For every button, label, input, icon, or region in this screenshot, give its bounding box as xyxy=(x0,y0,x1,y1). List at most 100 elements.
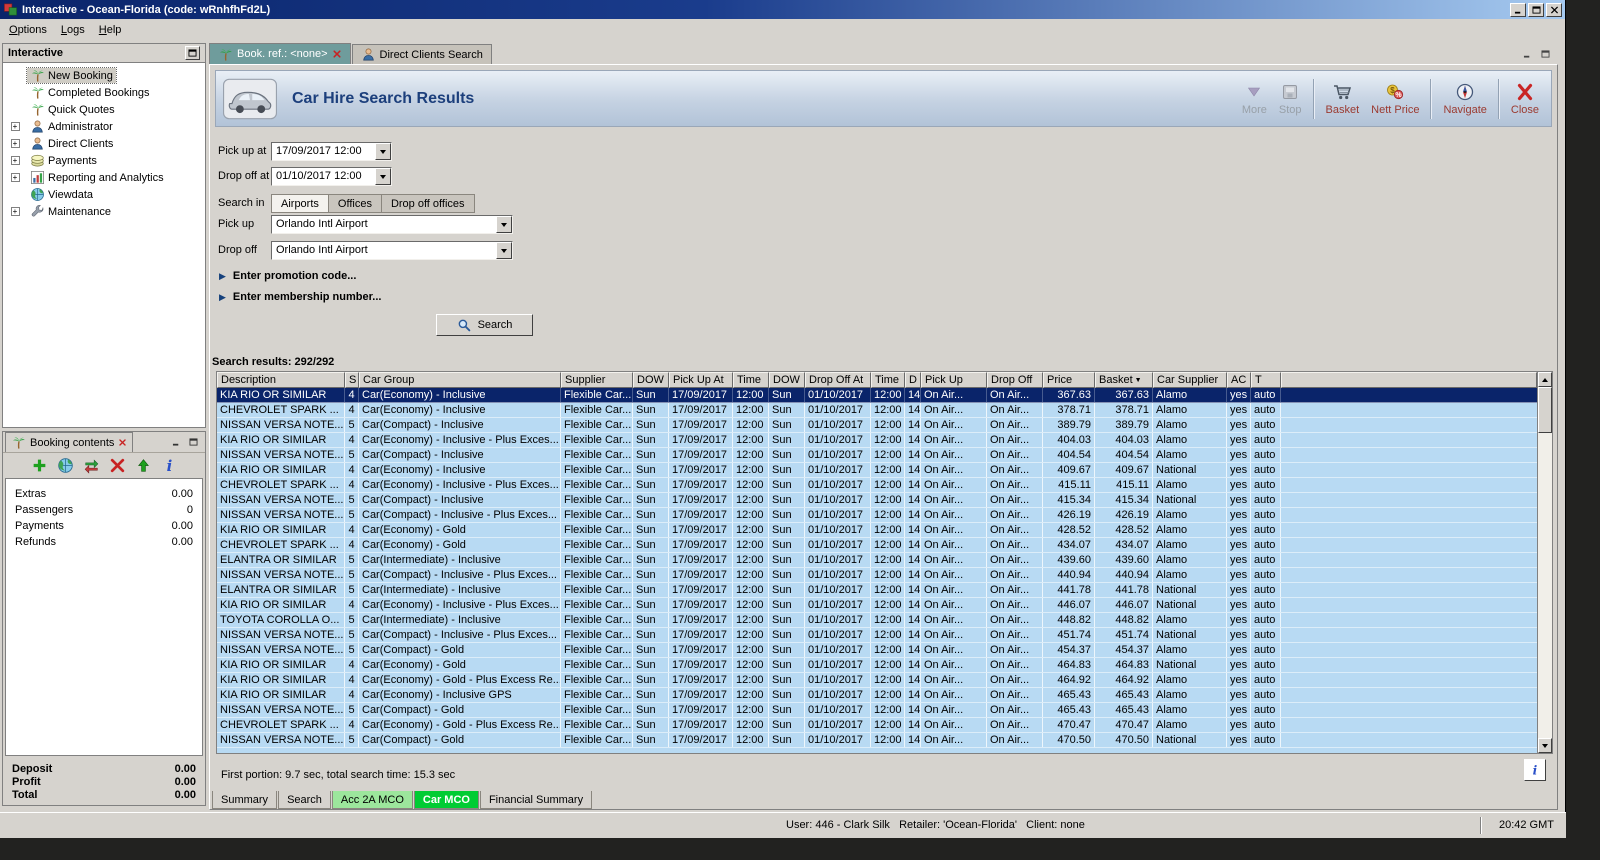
column-header-pick-up-11[interactable]: Pick Up xyxy=(921,372,987,388)
result-row[interactable]: NISSAN VERSA NOTE... 5 Car(Compact) - Gold… xyxy=(217,703,1537,718)
result-row[interactable]: NISSAN VERSA NOTE... 5 Car(Compact) - Gold… xyxy=(217,733,1537,748)
sidebar-item-reporting-and-analytics[interactable]: + Reporting and Analytics xyxy=(3,169,205,186)
result-row[interactable]: NISSAN VERSA NOTE... 5 Car(Compact) - Incl… xyxy=(217,508,1537,523)
expand-plus-icon[interactable]: + xyxy=(10,156,20,165)
booking-row-extras[interactable]: Extras 0.00 xyxy=(6,486,202,502)
sidebar-item-viewdata[interactable]: Viewdata xyxy=(3,186,205,203)
result-row[interactable]: KIA RIO OR SIMILAR 4 Car(Economy) - Inclus… xyxy=(217,688,1537,703)
result-row[interactable]: CHEVROLET SPARK ... 4 Car(Economy) - Inclu… xyxy=(217,403,1537,418)
column-header-time-9[interactable]: Time xyxy=(871,372,905,388)
result-row[interactable]: NISSAN VERSA NOTE... 5 Car(Compact) - Incl… xyxy=(217,493,1537,508)
globe-icon[interactable] xyxy=(57,457,74,474)
expand-plus-icon[interactable]: + xyxy=(10,122,20,131)
result-row[interactable]: NISSAN VERSA NOTE... 5 Car(Compact) - Incl… xyxy=(217,418,1537,433)
nett-price-button[interactable]: $% Nett Price xyxy=(1365,80,1425,118)
dropdown-arrow-icon[interactable] xyxy=(496,242,512,259)
scroll-up-button[interactable] xyxy=(1538,372,1552,387)
info-button[interactable]: i xyxy=(1524,759,1546,781)
result-row[interactable]: ELANTRA OR SIMILAR 5 Car(Intermediate) - I… xyxy=(217,583,1537,598)
booking-row-passengers[interactable]: Passengers 0 xyxy=(6,502,202,518)
menu-help[interactable]: Help xyxy=(92,22,129,38)
booking-row-refunds[interactable]: Refunds 0.00 xyxy=(6,534,202,550)
result-row[interactable]: NISSAN VERSA NOTE... 5 Car(Compact) - Gold… xyxy=(217,643,1537,658)
result-row[interactable]: ELANTRA OR SIMILAR 5 Car(Intermediate) - I… xyxy=(217,553,1537,568)
result-row[interactable]: CHEVROLET SPARK ... 4 Car(Economy) - Gold … xyxy=(217,718,1537,733)
column-header-price-13[interactable]: Price xyxy=(1043,372,1095,388)
scrollbar-track[interactable] xyxy=(1538,387,1552,738)
expand-plus-icon[interactable]: + xyxy=(10,139,20,148)
bottom-tab-search[interactable]: Search xyxy=(278,791,331,809)
scrollbar-thumb[interactable] xyxy=(1538,387,1552,433)
add-icon[interactable] xyxy=(31,457,48,474)
column-header-dow-4[interactable]: DOW xyxy=(633,372,669,388)
minimize-button[interactable] xyxy=(1510,2,1526,17)
sidebar-item-maintenance[interactable]: + Maintenance xyxy=(3,203,205,220)
bottom-tab-summary[interactable]: Summary xyxy=(212,791,278,809)
column-header-car-supplier-15[interactable]: Car Supplier xyxy=(1153,372,1227,388)
menu-logs[interactable]: Logs xyxy=(54,22,92,38)
panel-close-icon[interactable] xyxy=(118,438,127,447)
menu-options[interactable]: Options xyxy=(2,22,54,38)
column-header-drop-off-12[interactable]: Drop Off xyxy=(987,372,1043,388)
result-row[interactable]: CHEVROLET SPARK ... 4 Car(Economy) - Gold F… xyxy=(217,538,1537,553)
result-row[interactable]: KIA RIO OR SIMILAR 4 Car(Economy) - Gold Fl… xyxy=(217,523,1537,538)
pickup-combo[interactable]: Orlando Intl Airport xyxy=(271,215,513,234)
search-in-tab-airports[interactable]: Airports xyxy=(271,194,329,213)
sidebar-item-quick-quotes[interactable]: Quick Quotes xyxy=(3,101,205,118)
search-button[interactable]: Search xyxy=(436,314,533,336)
basket-button[interactable]: Basket xyxy=(1320,80,1366,118)
promotion-code-toggle[interactable]: ▶ Enter promotion code... xyxy=(219,270,356,282)
close-button[interactable]: Close xyxy=(1505,80,1545,118)
mdi-restore-icon[interactable] xyxy=(1539,48,1552,60)
tab-book-ref-none[interactable]: Book. ref.: <none> xyxy=(209,43,351,64)
maximize-button[interactable] xyxy=(1528,2,1544,17)
result-row[interactable]: TOYOTA COROLLA O... 5 Car(Intermediate) - … xyxy=(217,613,1537,628)
membership-number-toggle[interactable]: ▶ Enter membership number... xyxy=(219,291,381,303)
column-header-time-6[interactable]: Time xyxy=(733,372,769,388)
tab-close-icon[interactable] xyxy=(332,49,342,59)
result-row[interactable]: NISSAN VERSA NOTE... 5 Car(Compact) - Incl… xyxy=(217,568,1537,583)
move-up-icon[interactable] xyxy=(135,457,152,474)
dropoff-at-combo[interactable]: 01/10/2017 12:00 xyxy=(271,167,392,186)
transfer-icon[interactable] xyxy=(83,457,100,474)
result-row[interactable]: CHEVROLET SPARK ... 4 Car(Economy) - Inclu… xyxy=(217,478,1537,493)
panel-maximize-icon[interactable] xyxy=(187,436,200,448)
search-in-tab-offices[interactable]: Offices xyxy=(328,194,382,213)
close-button[interactable] xyxy=(1546,2,1562,17)
search-in-tab-drop-off-offices[interactable]: Drop off offices xyxy=(381,194,475,213)
column-header-basket-14[interactable]: Basket ▼ xyxy=(1095,372,1153,388)
column-header-t-17[interactable]: T xyxy=(1251,372,1281,388)
column-header-car-group-2[interactable]: Car Group xyxy=(359,372,561,388)
dropdown-arrow-icon[interactable] xyxy=(496,216,512,233)
sidebar-item-administrator[interactable]: + Administrator xyxy=(3,118,205,135)
bottom-tab-car-mco[interactable]: Car MCO xyxy=(413,791,479,809)
result-row[interactable]: KIA RIO OR SIMILAR 4 Car(Economy) - Inclus… xyxy=(217,433,1537,448)
column-header-supplier-3[interactable]: Supplier xyxy=(561,372,633,388)
result-row[interactable]: KIA RIO OR SIMILAR 4 Car(Economy) - Inclus… xyxy=(217,598,1537,613)
column-header-description-0[interactable]: Description xyxy=(217,372,345,388)
booking-contents-tab[interactable]: Booking contents xyxy=(5,432,134,452)
result-row[interactable]: KIA RIO OR SIMILAR 4 Car(Economy) - Gold Fl… xyxy=(217,658,1537,673)
column-header-dow-7[interactable]: DOW xyxy=(769,372,805,388)
booking-row-payments[interactable]: Payments 0.00 xyxy=(6,518,202,534)
dropoff-combo[interactable]: Orlando Intl Airport xyxy=(271,241,513,260)
tab-direct-clients-search[interactable]: Direct Clients Search xyxy=(351,44,492,64)
dropdown-arrow-icon[interactable] xyxy=(375,143,391,160)
delete-icon[interactable] xyxy=(109,457,126,474)
result-row[interactable]: KIA RIO OR SIMILAR 4 Car(Economy) - Inclus… xyxy=(217,463,1537,478)
sidebar-item-completed-bookings[interactable]: Completed Bookings xyxy=(3,84,205,101)
column-header-pick-up-at-5[interactable]: Pick Up At xyxy=(669,372,733,388)
bottom-tab-acc-2a-mco[interactable]: Acc 2A MCO xyxy=(331,791,413,809)
navigate-button[interactable]: Navigate xyxy=(1437,80,1492,118)
sidebar-item-payments[interactable]: + Payments xyxy=(3,152,205,169)
panel-collapse-button[interactable] xyxy=(185,46,200,60)
column-header-drop-off-at-8[interactable]: Drop Off At xyxy=(805,372,871,388)
expand-plus-icon[interactable]: + xyxy=(10,173,20,182)
panel-minimize-icon[interactable] xyxy=(170,436,183,448)
bottom-tab-financial-summary[interactable]: Financial Summary xyxy=(479,791,593,809)
column-header-s-1[interactable]: S xyxy=(345,372,359,388)
mdi-minimize-icon[interactable] xyxy=(1521,48,1534,60)
result-row[interactable]: NISSAN VERSA NOTE... 5 Car(Compact) - Incl… xyxy=(217,628,1537,643)
result-row[interactable]: NISSAN VERSA NOTE... 5 Car(Compact) - Incl… xyxy=(217,448,1537,463)
sidebar-item-direct-clients[interactable]: + Direct Clients xyxy=(3,135,205,152)
